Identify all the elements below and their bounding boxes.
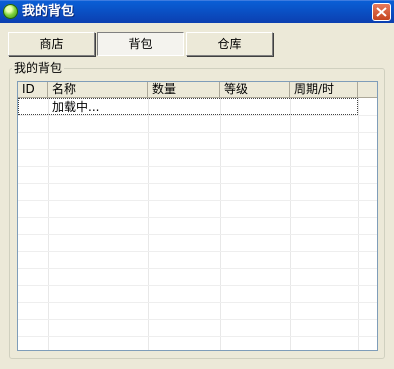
group-label: 我的背包 [12,60,65,76]
grid-line [18,200,377,201]
list-body[interactable]: 加载中... [18,98,377,350]
grid-line [290,98,291,350]
table-row[interactable]: 加载中... [18,98,358,115]
column-header-filler [358,82,377,98]
title-bar[interactable]: 我的背包 [0,0,394,23]
grid-line [18,268,377,269]
row-name-cell: 加载中... [52,100,100,114]
tab-warehouse[interactable]: 仓库 [186,32,273,56]
column-header-quantity[interactable]: 数量 [148,82,220,98]
grid-line [18,166,377,167]
tab-bar: 商店 背包 仓库 [8,32,273,56]
app-icon [3,4,18,19]
grid-line [48,98,49,350]
column-header-id[interactable]: ID [18,82,48,98]
grid-line [220,98,221,350]
tab-backpack[interactable]: 背包 [97,32,184,56]
column-header-name[interactable]: 名称 [48,82,148,98]
grid-line [148,98,149,350]
close-button[interactable] [372,3,391,21]
grid-line [18,234,377,235]
grid-line [18,319,377,320]
column-header-period[interactable]: 周期/时 [290,82,358,98]
list-header: ID 名称 数量 等级 周期/时 [18,82,377,98]
grid-line [18,285,377,286]
grid-line [18,251,377,252]
grid-line [18,183,377,184]
grid-line [358,98,359,350]
grid-line [18,149,377,150]
grid-line [18,132,377,133]
grid-line [18,302,377,303]
grid-line [18,336,377,337]
tab-shop[interactable]: 商店 [8,32,95,56]
inventory-list[interactable]: ID 名称 数量 等级 周期/时 加载中... [17,81,378,351]
window-title: 我的背包 [22,4,75,19]
grid-line [18,115,377,116]
grid-line [18,217,377,218]
column-header-level[interactable]: 等级 [220,82,290,98]
close-icon [376,7,387,17]
